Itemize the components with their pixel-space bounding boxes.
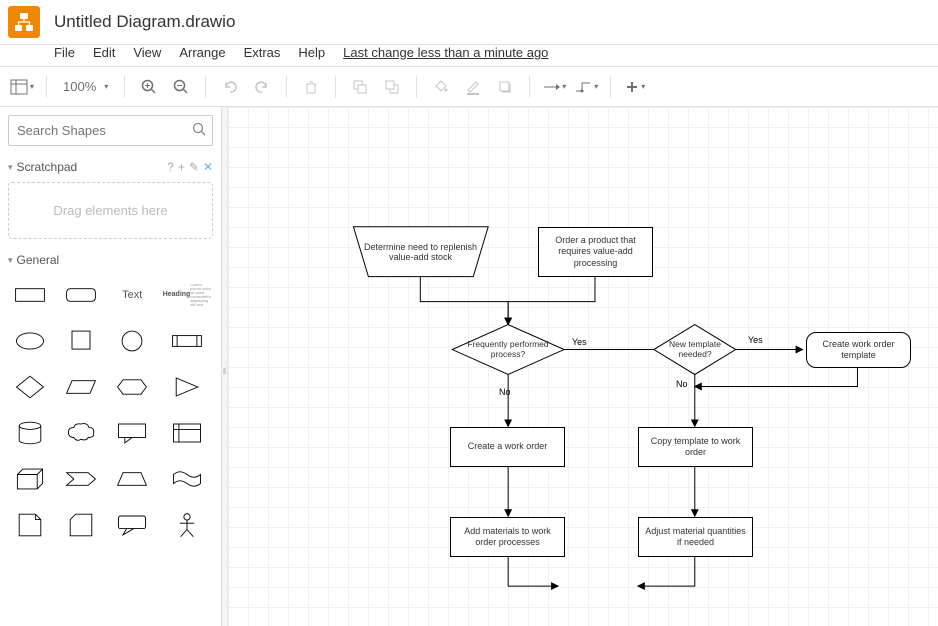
node-copy-template[interactable]: Copy template to work order [638, 427, 753, 467]
zoom-out-button[interactable] [167, 73, 195, 101]
shape-cube[interactable] [8, 459, 53, 499]
shadow-button[interactable] [491, 73, 519, 101]
shape-diamond[interactable] [8, 367, 53, 407]
node-determine-need[interactable]: Determine need to replenish value-add st… [353, 227, 488, 277]
label-no2: No [676, 379, 688, 389]
node-frequently-performed[interactable]: Frequently performed process? [458, 329, 558, 371]
shape-heading[interactable]: HeadingLorem ipsum dolor sit amet consec… [161, 275, 213, 315]
shape-internal-storage[interactable] [161, 413, 213, 453]
menu-arrange[interactable]: Arrange [179, 45, 225, 60]
menu-help[interactable]: Help [298, 45, 325, 60]
node-create-work-order[interactable]: Create a work order [450, 427, 565, 467]
shape-cloud[interactable] [59, 413, 104, 453]
shape-rounded-rect[interactable] [59, 275, 104, 315]
shape-square[interactable] [59, 321, 104, 361]
diagram: Determine need to replenish value-add st… [228, 107, 938, 626]
node-new-template[interactable]: New template needed? [660, 329, 730, 371]
menu-extras[interactable]: Extras [244, 45, 281, 60]
general-header[interactable]: ▾ General [8, 253, 213, 267]
waypoint-button[interactable]: ▾ [572, 73, 600, 101]
shape-hexagon[interactable] [110, 367, 155, 407]
shape-callout2[interactable] [110, 505, 155, 545]
node-order-product[interactable]: Order a product that requires value-add … [538, 227, 653, 277]
app-logo [8, 6, 40, 38]
to-back-button[interactable] [378, 73, 406, 101]
scratchpad-dropzone[interactable]: Drag elements here [8, 182, 213, 239]
label-yes2: Yes [748, 335, 763, 345]
shape-rectangle[interactable] [8, 275, 53, 315]
view-mode-button[interactable]: ▾ [8, 73, 36, 101]
scratchpad-edit[interactable]: ✎ [189, 160, 199, 174]
caret-icon: ▾ [8, 255, 13, 266]
insert-button[interactable]: ▾ [621, 73, 649, 101]
shape-callout[interactable] [110, 413, 155, 453]
menu-file[interactable]: File [54, 45, 75, 60]
caret-icon: ▾ [8, 162, 13, 173]
menu-view[interactable]: View [133, 45, 161, 60]
search-shapes-input[interactable] [8, 115, 213, 146]
shape-step[interactable] [59, 459, 104, 499]
undo-button[interactable] [216, 73, 244, 101]
delete-button[interactable] [297, 73, 325, 101]
node-create-template[interactable]: Create work order template [806, 332, 911, 368]
to-front-button[interactable] [346, 73, 374, 101]
shape-card[interactable] [59, 505, 104, 545]
scratchpad-add[interactable]: + [178, 160, 185, 174]
shape-triangle[interactable] [161, 367, 213, 407]
connection-button[interactable]: ▾ [540, 73, 568, 101]
zoom-dropdown[interactable]: 100%▾ [57, 79, 114, 94]
canvas[interactable]: Determine need to replenish value-add st… [228, 107, 938, 626]
shape-actor[interactable] [161, 505, 213, 545]
search-icon [192, 122, 206, 139]
shape-cylinder[interactable] [8, 413, 53, 453]
fill-color-button[interactable] [427, 73, 455, 101]
scratchpad-help[interactable]: ? [167, 160, 174, 174]
line-color-button[interactable] [459, 73, 487, 101]
sidebar: ▾ Scratchpad ? + ✎ ✕ Drag elements here … [0, 107, 222, 626]
shape-ellipse[interactable] [8, 321, 53, 361]
scratchpad-header[interactable]: ▾ Scratchpad ? + ✎ ✕ [8, 160, 213, 174]
label-yes1: Yes [572, 337, 587, 347]
menu-edit[interactable]: Edit [93, 45, 115, 60]
label-no1: No [499, 387, 511, 397]
zoom-in-button[interactable] [135, 73, 163, 101]
shape-palette: Text HeadingLorem ipsum dolor sit amet c… [8, 275, 213, 545]
shape-note[interactable] [8, 505, 53, 545]
shape-process[interactable] [161, 321, 213, 361]
document-title[interactable]: Untitled Diagram.drawio [54, 12, 235, 32]
scratchpad-close[interactable]: ✕ [203, 160, 213, 174]
node-add-materials[interactable]: Add materials to work order processes [450, 517, 565, 557]
last-change-link[interactable]: Last change less than a minute ago [343, 45, 548, 60]
shape-trapezoid[interactable] [110, 459, 155, 499]
shape-text[interactable]: Text [110, 275, 155, 315]
shape-tape[interactable] [161, 459, 213, 499]
menubar: File Edit View Arrange Extras Help Last … [0, 45, 938, 67]
node-adjust-quantities[interactable]: Adjust material quantities if needed [638, 517, 753, 557]
shape-parallelogram[interactable] [59, 367, 104, 407]
shape-circle[interactable] [110, 321, 155, 361]
toolbar: ▾ 100%▾ ▾ ▾ ▾ [0, 67, 938, 107]
redo-button[interactable] [248, 73, 276, 101]
